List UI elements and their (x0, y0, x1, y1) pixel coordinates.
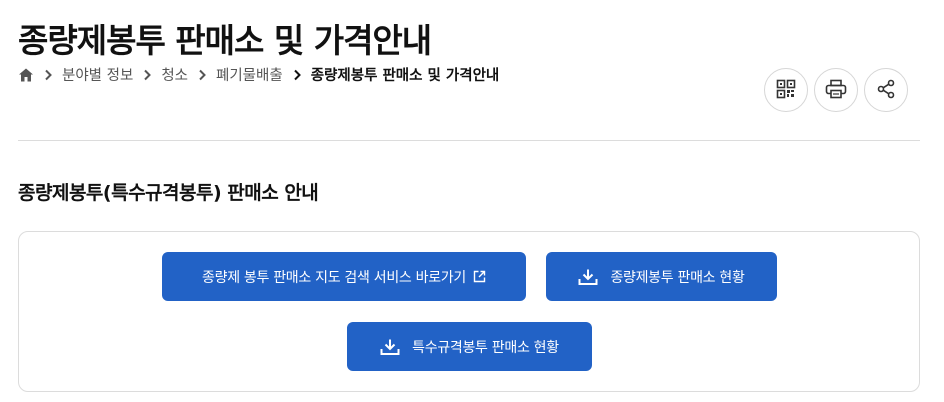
chevron-right-icon (287, 67, 307, 83)
share-icon (876, 79, 896, 102)
external-link-icon (473, 270, 486, 283)
chevron-right-icon (192, 67, 212, 83)
printer-icon (825, 79, 847, 102)
print-button[interactable] (814, 68, 858, 112)
breadcrumb: 분야별 정보 청소 폐기물배출 종량제봉투 판매소 및 가격안내 (18, 64, 499, 85)
share-button[interactable] (864, 68, 908, 112)
breadcrumb-item[interactable]: 폐기물배출 (216, 64, 283, 85)
download-icon (578, 268, 598, 286)
chevron-right-icon (137, 67, 157, 83)
breadcrumb-item[interactable]: 청소 (161, 64, 188, 85)
page-title: 종량제봉투 판매소 및 가격안내 (18, 21, 432, 60)
qr-code-button[interactable] (764, 68, 808, 112)
page-tools (764, 68, 908, 112)
status-download-button[interactable]: 종량제봉투 판매소 현황 (546, 252, 777, 301)
chevron-right-icon (38, 67, 58, 83)
qr-code-icon (776, 79, 796, 102)
divider (18, 140, 920, 141)
download-panel: 종량제 봉투 판매소 지도 검색 서비스 바로가기 종량제봉투 판매소 현황 특… (18, 231, 920, 392)
download-icon (380, 338, 400, 356)
section-title: 종량제봉투(특수규격봉투) 판매소 안내 (18, 182, 319, 204)
breadcrumb-item[interactable]: 분야별 정보 (62, 64, 133, 85)
status-download-label: 종량제봉투 판매소 현황 (610, 269, 745, 286)
map-service-label: 종량제 봉투 판매소 지도 검색 서비스 바로가기 (202, 269, 466, 286)
map-service-link-button[interactable]: 종량제 봉투 판매소 지도 검색 서비스 바로가기 (162, 252, 526, 301)
special-download-label: 특수규격봉투 판매소 현황 (412, 339, 559, 356)
breadcrumb-current: 종량제봉투 판매소 및 가격안내 (310, 68, 500, 84)
special-download-button[interactable]: 특수규격봉투 판매소 현황 (347, 322, 592, 371)
home-icon[interactable] (18, 67, 34, 83)
